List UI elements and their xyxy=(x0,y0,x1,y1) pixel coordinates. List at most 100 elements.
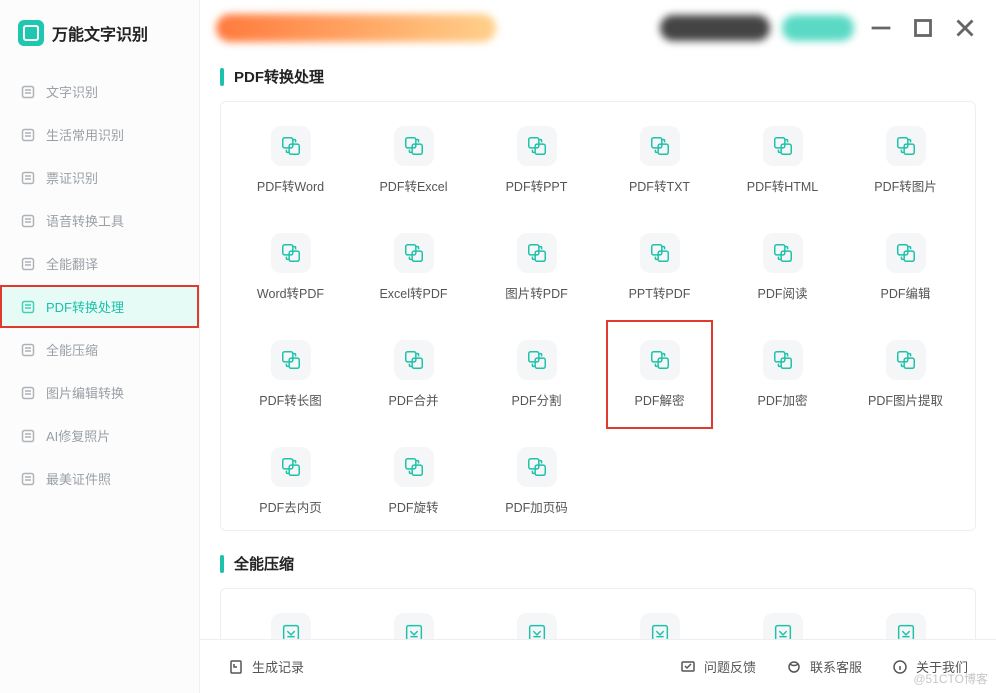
promo-banner[interactable] xyxy=(216,14,496,42)
tool-label: Word转PDF xyxy=(257,283,324,302)
text-recognition-icon xyxy=(20,84,36,100)
tool-pdf-pagenum[interactable]: PDF加页码 xyxy=(477,441,596,522)
tool-ppt-to-pdf[interactable]: PPT转PDF xyxy=(600,227,719,308)
tool-pdf-extract-image[interactable]: PDF图片提取 xyxy=(846,334,965,415)
section-title: PDF转换处理 xyxy=(234,66,324,87)
tool-pdf-split[interactable]: PDF分割 xyxy=(477,334,596,415)
section-header-compress: 全能压缩 xyxy=(220,553,976,574)
tool-pdf-decrypt[interactable]: PDF解密 xyxy=(600,334,719,415)
pdf-convert-icon xyxy=(20,299,36,315)
tool-pdf-to-ppt[interactable]: PDF转PPT xyxy=(477,120,596,201)
tool-pdf-encrypt[interactable]: PDF加密 xyxy=(723,334,842,415)
tool-label: PDF加密 xyxy=(757,390,807,409)
pdf-to-image-icon xyxy=(886,126,926,166)
tool-label: PDF加页码 xyxy=(505,497,568,516)
tool-img-compress[interactable]: 图片压缩 xyxy=(231,607,350,639)
tool-label: PDF转Word xyxy=(257,176,324,195)
image-edit-icon xyxy=(20,385,36,401)
section-header-pdf: PDF转换处理 xyxy=(220,66,976,87)
id-photo-icon xyxy=(20,471,36,487)
tool-label: PDF编辑 xyxy=(880,283,930,302)
tool-label: PDF阅读 xyxy=(757,283,807,302)
account-pill[interactable] xyxy=(660,15,770,41)
sidebar-item-3[interactable]: 语音转换工具 xyxy=(0,199,199,242)
top-bar xyxy=(200,0,996,56)
sidebar-item-label: 生活常用识别 xyxy=(46,125,124,144)
pdf-compress-icon xyxy=(763,613,803,639)
minimize-button[interactable] xyxy=(866,13,896,43)
word-to-pdf-icon xyxy=(271,233,311,273)
tool-pdf-to-longimg[interactable]: PDF转长图 xyxy=(231,334,350,415)
watermark: @51CTO博客 xyxy=(913,670,988,687)
sidebar-item-1[interactable]: 生活常用识别 xyxy=(0,113,199,156)
close-button[interactable] xyxy=(950,13,980,43)
tool-label: PDF转Excel xyxy=(379,176,447,195)
tool-pdf-rotate[interactable]: PDF旋转 xyxy=(354,441,473,522)
tool-pdf-to-txt[interactable]: PDF转TXT xyxy=(600,120,719,201)
tool-word-compress[interactable]: Word压缩 xyxy=(354,607,473,639)
tool-pdf-read[interactable]: PDF阅读 xyxy=(723,227,842,308)
sidebar: 万能文字识别 文字识别生活常用识别票证识别语音转换工具全能翻译 PDF转换处理全能… xyxy=(0,0,200,693)
app-title: 万能文字识别 xyxy=(52,21,148,45)
sidebar-item-5[interactable]: PDF转换处理 xyxy=(0,285,199,328)
feedback-link[interactable]: 问题反馈 xyxy=(680,657,756,676)
app-logo: 万能文字识别 xyxy=(0,10,199,70)
pdf-to-txt-icon xyxy=(640,126,680,166)
pdf-decrypt-icon xyxy=(640,340,680,380)
life-recognition-icon xyxy=(20,127,36,143)
support-link[interactable]: 联系客服 xyxy=(786,657,862,676)
pdf-remove-page-icon xyxy=(271,447,311,487)
tool-ppt-compress[interactable]: PPT压缩 xyxy=(846,607,965,639)
sidebar-item-8[interactable]: AI修复照片 xyxy=(0,414,199,457)
tool-label: PDF转图片 xyxy=(874,176,937,195)
pdf-to-excel-icon xyxy=(394,126,434,166)
history-link[interactable]: 生成记录 xyxy=(228,657,304,676)
tool-pdf-to-html[interactable]: PDF转HTML xyxy=(723,120,842,201)
tool-image-to-pdf[interactable]: 图片转PDF xyxy=(477,227,596,308)
ai-restore-icon xyxy=(20,428,36,444)
tool-excel-to-pdf[interactable]: Excel转PDF xyxy=(354,227,473,308)
section-card-compress: 图片压缩Word压缩音频压缩视频压缩PDF压缩PPT压缩 xyxy=(220,588,976,639)
compress-icon xyxy=(20,342,36,358)
tool-label: PPT转PDF xyxy=(629,283,691,302)
pdf-edit-icon xyxy=(886,233,926,273)
tool-label: PDF转TXT xyxy=(629,176,690,195)
pdf-rotate-icon xyxy=(394,447,434,487)
upgrade-pill[interactable] xyxy=(782,15,854,41)
tool-label: PDF图片提取 xyxy=(868,390,943,409)
pdf-to-ppt-icon xyxy=(517,126,557,166)
tool-pdf-remove-page[interactable]: PDF去内页 xyxy=(231,441,350,522)
pdf-read-icon xyxy=(763,233,803,273)
pdf-encrypt-icon xyxy=(763,340,803,380)
tool-pdf-to-excel[interactable]: PDF转Excel xyxy=(354,120,473,201)
sidebar-item-2[interactable]: 票证识别 xyxy=(0,156,199,199)
tool-pdf-to-image[interactable]: PDF转图片 xyxy=(846,120,965,201)
sidebar-item-7[interactable]: 图片编辑转换 xyxy=(0,371,199,414)
tool-pdf-to-word[interactable]: PDF转Word xyxy=(231,120,350,201)
sidebar-item-9[interactable]: 最美证件照 xyxy=(0,457,199,500)
sidebar-item-label: 全能翻译 xyxy=(46,254,98,273)
pdf-to-html-icon xyxy=(763,126,803,166)
pdf-to-word-icon xyxy=(271,126,311,166)
ppt-to-pdf-icon xyxy=(640,233,680,273)
sidebar-item-6[interactable]: 全能压缩 xyxy=(0,328,199,371)
tool-label: PDF转长图 xyxy=(259,390,322,409)
tool-video-compress[interactable]: 视频压缩 xyxy=(600,607,719,639)
tool-audio-compress[interactable]: 音频压缩 xyxy=(477,607,596,639)
sidebar-item-0[interactable]: 文字识别 xyxy=(0,70,199,113)
tool-grid: PDF转Word PDF转Excel PDF转PPT PDF转TXT PDF转HTML P… xyxy=(231,120,965,522)
sidebar-item-label: 语音转换工具 xyxy=(46,211,124,230)
sidebar-item-4[interactable]: 全能翻译 xyxy=(0,242,199,285)
sidebar-item-label: PDF转换处理 xyxy=(46,297,124,316)
sidebar-item-label: 票证识别 xyxy=(46,168,98,187)
section-title: 全能压缩 xyxy=(234,553,294,574)
tool-pdf-merge[interactable]: PDF合并 xyxy=(354,334,473,415)
tool-pdf-compress[interactable]: PDF压缩 xyxy=(723,607,842,639)
maximize-button[interactable] xyxy=(908,13,938,43)
pdf-to-longimg-icon xyxy=(271,340,311,380)
tool-pdf-edit[interactable]: PDF编辑 xyxy=(846,227,965,308)
tool-word-to-pdf[interactable]: Word转PDF xyxy=(231,227,350,308)
tool-label: Excel转PDF xyxy=(379,283,447,302)
tool-label: 图片转PDF xyxy=(505,283,568,302)
ticket-recognition-icon xyxy=(20,170,36,186)
